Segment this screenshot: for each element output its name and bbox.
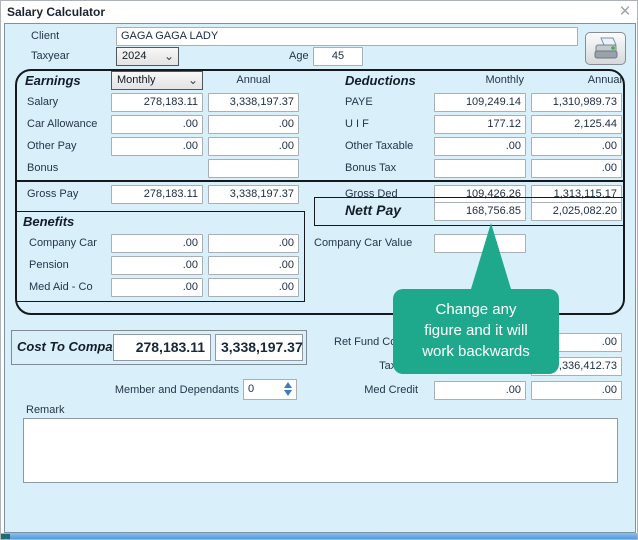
company-car-monthly-field[interactable]: .00 [111,234,203,253]
window-title: Salary Calculator [7,5,105,19]
bottom-left-corner-mark [1,534,10,540]
cost-to-company-monthly-field[interactable]: 278,183.11 [113,334,211,361]
callout-text-line1: Change any [393,299,559,320]
taxyear-label: Taxyear [31,47,70,66]
taxyear-dropdown[interactable]: 2024 ⌄ [116,47,179,66]
company-car-label: Company Car [29,234,97,253]
close-icon[interactable]: ✕ [615,3,635,21]
nett-pay-monthly-field[interactable]: 168,756.85 [434,202,526,221]
bonus-tax-label: Bonus Tax [345,159,396,178]
remark-textarea[interactable] [23,418,618,483]
age-label: Age [289,47,309,66]
paye-monthly-field[interactable]: 109,249.14 [434,93,526,112]
nett-pay-label: Nett Pay [345,202,401,218]
other-taxable-label: Other Taxable [345,137,413,156]
earnings-title: Earnings [25,73,81,88]
company-car-value-label: Company Car Value [314,234,412,253]
car-allowance-label: Car Allowance [27,115,97,134]
callout-text-line2: figure and it will [393,320,559,341]
salary-calculator-window: Salary Calculator ✕ Client GAGA GAGA LAD… [0,0,638,540]
spinner-up-icon[interactable] [284,382,292,388]
nett-pay-annual-field[interactable]: 2,025,082.20 [531,202,622,221]
print-button[interactable] [585,32,626,65]
other-taxable-annual-field[interactable]: .00 [531,137,622,156]
med-aid-co-monthly-field[interactable]: .00 [111,278,203,297]
salary-annual-field[interactable]: 3,338,197.37 [208,93,299,112]
med-credit-monthly-field[interactable]: .00 [434,381,526,400]
title-bar: Salary Calculator ✕ [1,1,637,23]
pension-label: Pension [29,256,69,275]
client-label: Client [31,27,59,46]
paye-label: PAYE [345,93,373,112]
earnings-annual-header: Annual [208,74,299,86]
deductions-monthly-header: Monthly [434,74,524,86]
bonus-label: Bonus [27,159,58,178]
other-pay-label: Other Pay [27,137,77,156]
cost-to-company-label: Cost To Company [17,339,128,354]
gross-pay-annual-field[interactable]: 3,338,197.37 [208,185,299,204]
callout-tooltip: Change any figure and it will work backw… [393,289,559,374]
deductions-annual-header: Annual [531,74,622,86]
med-credit-label: Med Credit [317,381,418,400]
benefits-title: Benefits [23,214,74,229]
spinner-down-icon[interactable] [284,390,292,396]
salary-monthly-field[interactable]: 278,183.11 [111,93,203,112]
other-taxable-monthly-field[interactable]: .00 [434,137,526,156]
car-allowance-annual-field[interactable]: .00 [208,115,299,134]
car-allowance-monthly-field[interactable]: .00 [111,115,203,134]
other-pay-monthly-field[interactable]: .00 [111,137,203,156]
med-aid-co-label: Med Aid - Co [29,278,93,297]
chevron-down-icon: ⌄ [188,72,198,89]
bottom-window-edge [1,533,638,540]
company-car-annual-field[interactable]: .00 [208,234,299,253]
bonus-tax-annual-field[interactable]: .00 [531,159,622,178]
uif-monthly-field[interactable]: 177.12 [434,115,526,134]
pension-monthly-field[interactable]: .00 [111,256,203,275]
age-input[interactable]: 45 [313,47,363,66]
callout-pointer [471,223,511,289]
other-pay-annual-field[interactable]: .00 [208,137,299,156]
deductions-title: Deductions [345,73,416,88]
printer-icon [592,36,620,62]
gross-pay-monthly-field[interactable]: 278,183.11 [111,185,203,204]
callout-text-line3: work backwards [393,341,559,362]
bonus-annual-field[interactable] [208,159,299,178]
gross-separator-line [16,180,624,182]
paye-annual-field[interactable]: 1,310,989.73 [531,93,622,112]
member-dependants-label: Member and Dependants [91,381,239,400]
taxyear-value: 2024 [122,50,146,62]
pension-annual-field[interactable]: .00 [208,256,299,275]
uif-label: U I F [345,115,369,134]
salary-label: Salary [27,93,58,112]
period-value: Monthly [117,74,156,86]
stepper-arrows[interactable] [284,382,293,397]
cost-to-company-annual-field[interactable]: 3,338,197.37 [215,334,303,361]
bonus-tax-monthly-field[interactable] [434,159,526,178]
period-dropdown[interactable]: Monthly ⌄ [111,71,203,90]
med-aid-co-annual-field[interactable]: .00 [208,278,299,297]
uif-annual-field[interactable]: 2,125.44 [531,115,622,134]
gross-pay-label: Gross Pay [27,185,78,204]
med-credit-annual-field[interactable]: .00 [531,381,622,400]
client-input[interactable]: GAGA GAGA LADY [116,27,578,46]
chevron-down-icon: ⌄ [164,48,174,65]
